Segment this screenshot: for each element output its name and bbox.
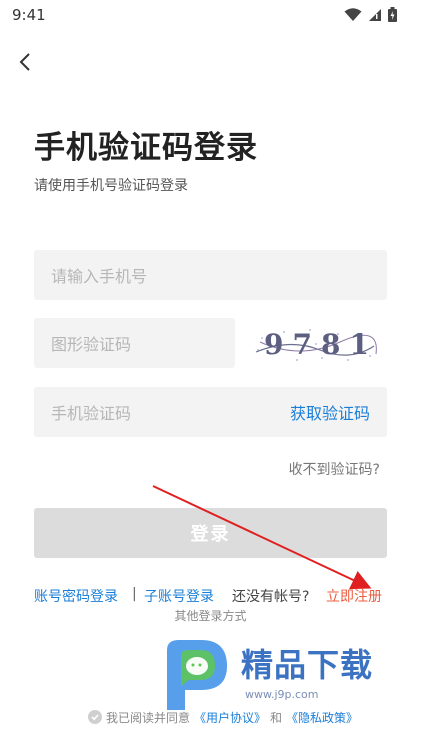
- privacy-policy-link[interactable]: 《隐私政策》: [286, 709, 358, 726]
- agreement-row: 我已阅读并同意 《用户协议》和《隐私政策》: [88, 708, 358, 726]
- watermark-url: www.j9p.com: [245, 688, 319, 701]
- logo-icon: [167, 640, 227, 710]
- agreement-checkbox[interactable]: [88, 710, 102, 724]
- watermark-name: 精品下载: [241, 646, 374, 684]
- check-icon: [91, 714, 99, 721]
- user-agreement-link[interactable]: 《用户协议》: [194, 709, 266, 726]
- agreement-and: 和: [270, 710, 283, 725]
- agreement-prefix: 我已阅读并同意: [106, 710, 191, 725]
- watermark-logo: 精品下载 www.j9p.com: [157, 636, 387, 714]
